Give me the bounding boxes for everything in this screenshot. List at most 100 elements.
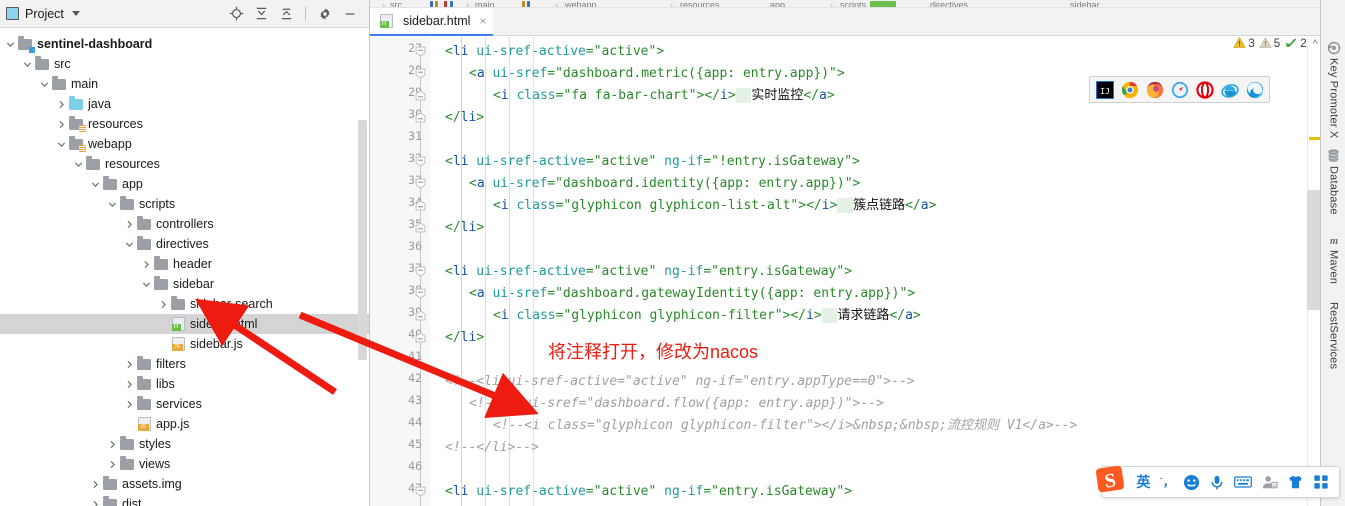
code-line[interactable]: <!--<i class="glyphicon glyphicon-filter…: [493, 415, 1077, 437]
code-line[interactable]: </li>: [445, 217, 484, 239]
close-icon[interactable]: ×: [479, 14, 486, 28]
skin-theme-icon[interactable]: [1287, 472, 1304, 492]
chevron-down-icon[interactable]: ⌄: [1324, 38, 1337, 51]
internet-explorer-icon[interactable]: [1220, 80, 1239, 99]
fold-start-icon[interactable]: [415, 266, 428, 279]
chevron-right-icon[interactable]: [140, 254, 153, 274]
toolbox-icon[interactable]: [1313, 472, 1329, 492]
fold-end-icon[interactable]: [415, 112, 428, 125]
sogou-logo-icon[interactable]: S: [1094, 463, 1128, 497]
chevron-right-icon[interactable]: [123, 374, 136, 394]
code-line[interactable]: <!--<a ui-sref="dashboard.flow({app: ent…: [469, 393, 884, 415]
punctuation-mode-icon[interactable]: ˙，: [1159, 472, 1174, 492]
tree-node[interactable]: dist: [0, 494, 369, 506]
tree-node[interactable]: header: [0, 254, 369, 274]
safari-icon[interactable]: [1170, 80, 1189, 99]
code-line[interactable]: <!--<li ui-sref-active="active" ng-if="e…: [445, 371, 915, 393]
breadcrumb-item[interactable]: src: [390, 0, 402, 7]
intellij-idea-icon[interactable]: IJ: [1095, 80, 1114, 99]
chevron-right-icon[interactable]: [89, 474, 102, 494]
code-editor[interactable]: 27 28 29 30 31 32 33 34 35 36 37 38 39 40 41 42 43 44 45 46…: [370, 37, 1320, 506]
code-line[interactable]: <a ui-sref="dashboard.identity({app: ent…: [469, 173, 860, 195]
error-stripe-marker[interactable]: [1309, 137, 1320, 140]
tree-node[interactable]: java: [0, 94, 369, 114]
weak-warning-count-group[interactable]: 5: [1259, 36, 1280, 52]
fold-start-icon[interactable]: [415, 156, 428, 169]
chevron-down-icon[interactable]: [4, 34, 17, 54]
chevron-right-icon[interactable]: [123, 214, 136, 234]
collapse-all-icon[interactable]: [278, 6, 294, 22]
breadcrumb-item[interactable]: main: [475, 0, 495, 7]
fold-start-icon[interactable]: [415, 486, 428, 499]
breadcrumb-item[interactable]: directives: [930, 0, 968, 7]
fold-start-icon[interactable]: [415, 178, 428, 191]
code-line[interactable]: <li ui-sref-active="active">: [445, 41, 664, 63]
project-scrollbar-thumb[interactable]: [358, 120, 367, 360]
chevron-right-icon[interactable]: [106, 454, 119, 474]
fold-start-icon[interactable]: [415, 46, 428, 59]
tree-node[interactable]: webapp: [0, 134, 369, 154]
tree-node[interactable]: sidebar-search: [0, 294, 369, 314]
fold-start-icon[interactable]: [415, 68, 428, 81]
fold-end-icon[interactable]: [415, 310, 428, 323]
tree-node[interactable]: main: [0, 74, 369, 94]
user-account-icon[interactable]: U: [1261, 472, 1278, 492]
hide-panel-icon[interactable]: [342, 6, 358, 22]
code-line[interactable]: <li ui-sref-active="active" ng-if="entry…: [445, 261, 852, 283]
chevron-right-icon[interactable]: [89, 494, 102, 506]
code-line[interactable]: <i class="fa fa-bar-chart"></i> 实时监控</a>: [493, 85, 835, 107]
breadcrumb-item[interactable]: webapp: [565, 0, 597, 7]
tree-node[interactable]: resources: [0, 154, 369, 174]
edge-icon[interactable]: [1245, 80, 1264, 99]
expand-all-icon[interactable]: [253, 6, 269, 22]
tree-node[interactable]: scripts: [0, 194, 369, 214]
chrome-icon[interactable]: [1120, 80, 1139, 99]
tree-node[interactable]: sentinel-dashboard: [0, 34, 369, 54]
tree-node[interactable]: app: [0, 174, 369, 194]
code-line[interactable]: <a ui-sref="dashboard.metric({app: entry…: [469, 63, 845, 85]
project-title-dropdown[interactable]: Project: [6, 7, 80, 21]
warning-count-group[interactable]: 3: [1233, 36, 1255, 52]
tree-node[interactable]: styles: [0, 434, 369, 454]
chevron-down-icon[interactable]: [106, 194, 119, 214]
tool-window-button[interactable]: RestServices: [1321, 302, 1345, 369]
tool-window-button[interactable]: Key Promoter X: [1321, 40, 1345, 138]
chevron-right-icon[interactable]: [157, 294, 170, 314]
chevron-right-icon[interactable]: [55, 94, 68, 114]
editor-tab-sidebar-html[interactable]: sidebar.html ×: [370, 8, 494, 36]
tree-node[interactable]: filters: [0, 354, 369, 374]
tree-node[interactable]: services: [0, 394, 369, 414]
tool-window-button[interactable]: m Maven: [1321, 232, 1345, 284]
chevron-right-icon[interactable]: [55, 114, 68, 134]
locate-in-tree-icon[interactable]: [228, 6, 244, 22]
chevron-down-icon[interactable]: [89, 174, 102, 194]
project-tree[interactable]: sentinel-dashboard src main java resources we…: [0, 29, 369, 506]
language-mode-toggle[interactable]: 英: [1136, 472, 1150, 492]
settings-gear-icon[interactable]: [317, 6, 333, 22]
opera-icon[interactable]: [1195, 80, 1214, 99]
tree-node[interactable]: sidebar.js: [0, 334, 369, 354]
fold-end-icon[interactable]: [415, 332, 428, 345]
voice-input-icon[interactable]: [1209, 472, 1225, 492]
editor-gutter[interactable]: 27 28 29 30 31 32 33 34 35 36 37 38 39 40 41 42 43 44 45 46…: [370, 37, 430, 506]
tree-node[interactable]: app.js: [0, 414, 369, 434]
code-line[interactable]: </li>: [445, 327, 484, 349]
editor-scrollbar-thumb[interactable]: [1307, 190, 1320, 310]
chevron-down-icon[interactable]: [123, 234, 136, 254]
chevron-down-icon[interactable]: [72, 154, 85, 174]
breadcrumb-item[interactable]: sidebar: [1070, 0, 1100, 7]
tree-node[interactable]: assets.img: [0, 474, 369, 494]
chevron-right-icon[interactable]: [106, 434, 119, 454]
soft-keyboard-icon[interactable]: [1234, 472, 1252, 492]
tree-node[interactable]: libs: [0, 374, 369, 394]
breadcrumb-item[interactable]: scripts: [840, 0, 866, 7]
code-line[interactable]: <i class="glyphicon glyphicon-list-alt">…: [493, 195, 936, 217]
tree-node[interactable]: views: [0, 454, 369, 474]
tree-node[interactable]: resources: [0, 114, 369, 134]
fold-end-icon[interactable]: [415, 90, 428, 103]
code-line[interactable]: <!--</li>-->: [445, 437, 539, 459]
typo-count-group[interactable]: 2: [1284, 36, 1307, 52]
code-content[interactable]: <li ui-sref-active="active"> <a ui-sref="…: [445, 37, 1320, 506]
code-line[interactable]: <li ui-sref-active="active" ng-if="entry…: [445, 481, 852, 503]
chevron-right-icon[interactable]: [123, 354, 136, 374]
